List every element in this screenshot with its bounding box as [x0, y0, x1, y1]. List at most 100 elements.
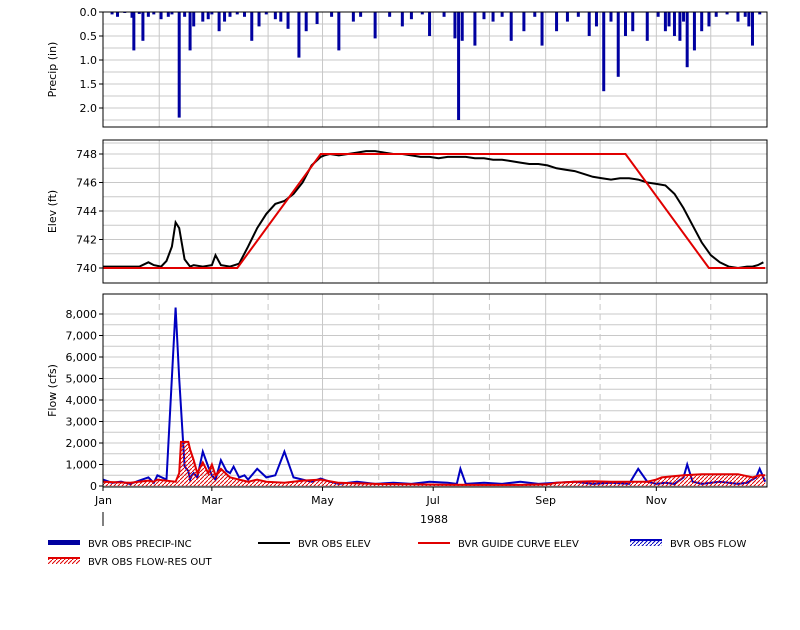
precip-bar	[533, 12, 537, 17]
y-tick-label: 0.0	[80, 6, 98, 19]
hydrograph-chart: 0.0 0.5 1.0 1.5 2.0 Precip (in) 740 742 744 746 74…	[0, 0, 800, 627]
plot-area-precip	[103, 12, 767, 127]
y-axis-title: Elev (ft)	[46, 190, 59, 233]
precip-bar	[576, 12, 580, 17]
legend-label: BVR OBS FLOW	[670, 539, 746, 550]
precip-bar	[707, 12, 711, 27]
plot-area-flow	[103, 294, 767, 487]
panel-flow: 0 1,000 2,000 3,000 4,000 5,000 6,000 7,000 8,00…	[46, 293, 768, 493]
precip-bar	[428, 12, 432, 36]
precip-bar	[243, 12, 247, 17]
precip-bar	[330, 12, 334, 17]
precip-bar	[491, 12, 495, 22]
precip-bar	[228, 12, 232, 17]
precip-bar	[509, 12, 513, 41]
precip-bar	[678, 12, 682, 41]
y-tick-label: 744	[76, 205, 97, 218]
precip-bar	[188, 12, 192, 51]
precip-bar	[482, 12, 486, 20]
x-tick-label: Nov	[646, 494, 668, 507]
precip-bar	[146, 12, 150, 17]
y-tick-label: 6,000	[66, 351, 98, 364]
y-tick-label: 742	[76, 234, 97, 247]
precip-bar	[304, 12, 308, 32]
precip-bar	[192, 12, 196, 27]
precip-bar	[522, 12, 526, 32]
legend-label: BVR OBS FLOW-RES OUT	[88, 557, 213, 568]
x-tick-label: Jul	[426, 494, 440, 507]
y-tick-label: 3,000	[66, 416, 98, 429]
precip-bar	[183, 12, 187, 17]
y-tick-label: 740	[76, 262, 97, 275]
precip-bar	[663, 12, 667, 32]
precip-bar	[359, 12, 363, 17]
precip-bar	[116, 12, 120, 17]
precip-bar	[177, 12, 181, 118]
precip-bar	[565, 12, 569, 22]
precip-bar	[473, 12, 477, 46]
precip-bar	[623, 12, 627, 36]
legend-swatch	[48, 540, 80, 545]
precip-bar	[500, 12, 504, 17]
precip-bar	[132, 12, 136, 51]
precip-bar	[747, 12, 751, 27]
precip-bar	[609, 12, 613, 22]
precip-bar	[279, 12, 283, 22]
y-tick-label: 5,000	[66, 373, 98, 386]
y-tick-label: 746	[76, 177, 97, 190]
precip-bar	[602, 12, 606, 92]
legend-item: BVR OBS FLOW-RES OUT	[48, 557, 213, 568]
precip-bar	[692, 12, 696, 51]
y-tick-label: 4,000	[66, 394, 98, 407]
y-tick-label: 1.0	[80, 54, 98, 67]
precip-bar	[736, 12, 740, 22]
precip-bar	[672, 12, 676, 36]
x-axis-title: 1988	[420, 513, 448, 526]
precip-bar	[743, 12, 747, 17]
precip-bar	[400, 12, 404, 27]
precip-bar	[297, 12, 301, 58]
x-tick-label: Sep	[535, 494, 556, 507]
precip-bar	[442, 12, 446, 17]
y-tick-label: 2.0	[80, 102, 98, 115]
precip-bar	[373, 12, 377, 39]
precip-bar	[594, 12, 598, 27]
y-tick-label: 1,000	[66, 459, 98, 472]
precip-bar	[685, 12, 689, 68]
legend: BVR OBS PRECIP-INC BVR OBS ELEV BVR GUIDE …	[48, 539, 746, 568]
y-tick-label: 0	[90, 480, 97, 493]
legend-item: BVR OBS PRECIP-INC	[48, 539, 192, 550]
y-tick-label: 0.5	[80, 30, 98, 43]
precip-bar	[315, 12, 319, 24]
precip-bar	[257, 12, 261, 27]
precip-bar	[587, 12, 591, 36]
precip-bar	[201, 12, 205, 22]
y-tick-label: 8,000	[66, 308, 98, 321]
y-axis-title: Flow (cfs)	[46, 364, 59, 417]
precip-bar	[286, 12, 290, 29]
precip-bar	[656, 12, 660, 17]
precip-bar	[667, 12, 671, 27]
precip-bar	[217, 12, 221, 32]
chart-canvas: 0.00.51.01.52.0Precip (in)74074274474674…	[46, 6, 768, 568]
x-tick-label: May	[311, 494, 334, 507]
legend-item: BVR GUIDE CURVE ELEV	[418, 539, 579, 550]
precip-bar	[714, 12, 718, 17]
precip-bar	[631, 12, 635, 32]
precip-bar	[700, 12, 704, 32]
precip-bar	[540, 12, 544, 46]
precip-bar	[457, 12, 461, 120]
panel-precip: 0.0 0.5 1.0 1.5 2.0 Precip (in)	[46, 6, 768, 128]
y-tick-label: 1.5	[80, 78, 98, 91]
x-axis: Jan Mar May Jul Sep Nov 1988	[94, 487, 668, 526]
precip-bar	[250, 12, 254, 41]
precip-bar	[273, 12, 277, 20]
legend-item: BVR OBS FLOW	[630, 539, 746, 550]
legend-label: BVR OBS ELEV	[298, 539, 371, 550]
precip-bar	[645, 12, 649, 41]
precip-bar	[682, 12, 686, 22]
precip-bar	[616, 12, 620, 77]
precip-bar	[388, 12, 392, 17]
y-axis-title: Precip (in)	[46, 42, 59, 98]
precip-bar	[351, 12, 355, 22]
